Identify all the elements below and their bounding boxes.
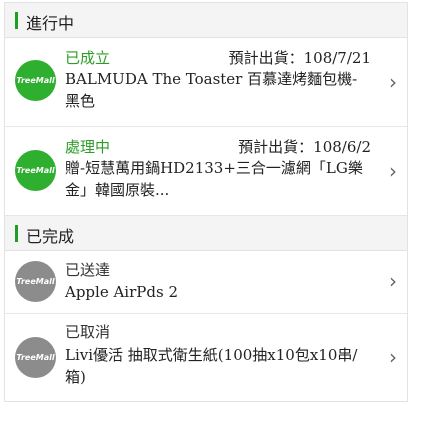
estimated-ship-date: 預計出貨：108/6/2 <box>238 138 371 156</box>
product-name: BALMUDA The Toaster 百慕達烤麵包機-黑色 <box>65 70 358 110</box>
product-name: Apple AirPds 2 <box>65 283 178 301</box>
chevron-right-icon[interactable]: › <box>386 271 400 291</box>
order-item[interactable]: TreeMall 已取消 Livi優活 抽取式衛生紙(100抽x10包x10串/… <box>5 314 407 401</box>
chevron-right-icon[interactable]: › <box>386 161 400 181</box>
estimated-ship-date: 預計出貨：108/7/21 <box>228 49 371 67</box>
order-item[interactable]: TreeMall 已成立 預計出貨：108/7/21 BALMUDA The T… <box>5 38 407 127</box>
treemall-logo-icon: TreeMall <box>15 60 56 101</box>
order-status: 已送達 <box>65 261 111 279</box>
treemall-logo-icon: TreeMall <box>15 261 56 302</box>
treemall-logo-icon: TreeMall <box>15 150 56 191</box>
order-list: 進行中 TreeMall 已成立 預計出貨：108/7/21 BALMUDA T… <box>4 2 408 402</box>
section-title: 已完成 <box>26 227 75 246</box>
chevron-right-icon[interactable]: › <box>386 72 400 92</box>
section-header-completed: 已完成 <box>5 216 407 251</box>
treemall-logo-icon: TreeMall <box>15 337 56 378</box>
section-accent-bar <box>15 225 18 242</box>
chevron-right-icon[interactable]: › <box>386 347 400 367</box>
product-name: Livi優活 抽取式衛生紙(100抽x10包x10串/箱) <box>65 346 358 386</box>
order-status: 處理中 <box>65 138 111 156</box>
section-accent-bar <box>15 12 18 29</box>
order-status: 已成立 <box>65 49 111 67</box>
order-status: 已取消 <box>65 323 111 341</box>
section-header-in-progress: 進行中 <box>5 3 407 38</box>
section-title: 進行中 <box>26 14 75 33</box>
product-name: 贈-短慧萬用鍋HD2133+三合一濾網「LG樂金」韓國原裝... <box>65 159 363 199</box>
order-item[interactable]: TreeMall 已送達 Apple AirPds 2 › <box>5 251 407 314</box>
order-item[interactable]: TreeMall 處理中 預計出貨：108/6/2 贈-短慧萬用鍋HD2133+… <box>5 127 407 216</box>
